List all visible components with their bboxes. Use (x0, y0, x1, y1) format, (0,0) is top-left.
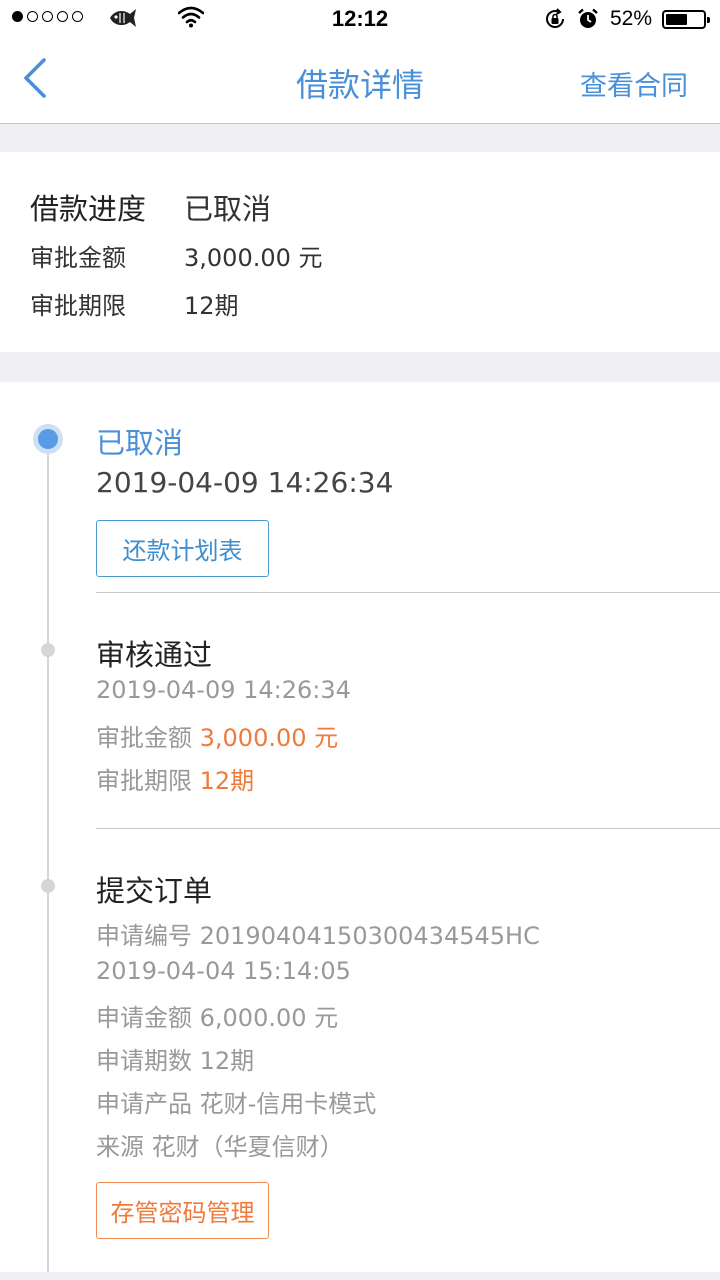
step-approved-term: 审批期限 12期 (96, 761, 254, 796)
divider (96, 828, 720, 829)
loan-summary: 借款进度 已取消 审批金额 3,000.00 元 审批期限 12期 (0, 152, 720, 352)
step-cancelled-time: 2019-04-09 14:26:34 (96, 466, 394, 499)
alarm-icon (576, 7, 600, 36)
requested-term: 申请期数 12期 (96, 1047, 255, 1075)
progress-row: 借款进度 已取消 (30, 186, 271, 228)
battery-percentage: 52% (610, 7, 653, 30)
approved-term-label: 审批期限 (30, 292, 126, 320)
requested-amount: 申请金额 6,000.00 元 (96, 1004, 339, 1032)
approved-term-row: 审批期限 12期 (30, 286, 239, 321)
custody-password-button[interactable]: 存管密码管理 (96, 1182, 269, 1239)
timeline-line (47, 440, 49, 1276)
step-cancelled-title: 已取消 (96, 426, 184, 460)
section-separator (0, 352, 720, 382)
progress-label: 借款进度 (30, 192, 147, 226)
requested-product: 申请产品 花财-信用卡模式 (96, 1090, 377, 1118)
battery-icon (662, 10, 710, 29)
submission-time: 2019-04-04 15:14:05 (96, 957, 351, 985)
approved-amount-label: 审批金额 (30, 244, 126, 272)
step-approved-amount: 审批金额 3,000.00 元 (96, 718, 338, 753)
repayment-schedule-button[interactable]: 还款计划表 (96, 520, 269, 577)
view-contract-button[interactable]: 查看合同 (580, 64, 688, 103)
step-approved-amount-label: 审批金额 (96, 724, 192, 752)
progress-status: 已取消 (184, 192, 272, 226)
timeline-node-current (33, 424, 63, 454)
step-approved-title: 审核通过 (96, 638, 213, 672)
section-separator (0, 1272, 720, 1280)
application-source: 来源 花财（华夏信财） (96, 1133, 344, 1161)
approved-amount-row: 审批金额 3,000.00 元 (30, 238, 323, 273)
approved-term-value: 12期 (184, 292, 239, 320)
step-approved-time: 2019-04-09 14:26:34 (96, 676, 351, 704)
section-separator (0, 124, 720, 152)
application-number: 申请编号 20190404150300434545HC (96, 922, 540, 950)
divider (96, 592, 720, 593)
rotation-lock-icon (543, 7, 567, 36)
step-submitted-title: 提交订单 (96, 874, 213, 908)
navigation-bar: 借款详情 查看合同 (0, 40, 720, 124)
approved-amount-value: 3,000.00 元 (184, 244, 323, 272)
status-bar: 12:12 52% (0, 0, 720, 40)
step-approved-amount-value: 3,000.00 元 (199, 724, 339, 752)
step-approved-term-value: 12期 (199, 767, 255, 795)
loan-timeline: 已取消 2019-04-09 14:26:34 还款计划表 审核通过 2019-… (0, 382, 720, 1276)
step-approved-term-label: 审批期限 (96, 767, 192, 795)
timeline-node (41, 643, 55, 657)
timeline-node (41, 879, 55, 893)
